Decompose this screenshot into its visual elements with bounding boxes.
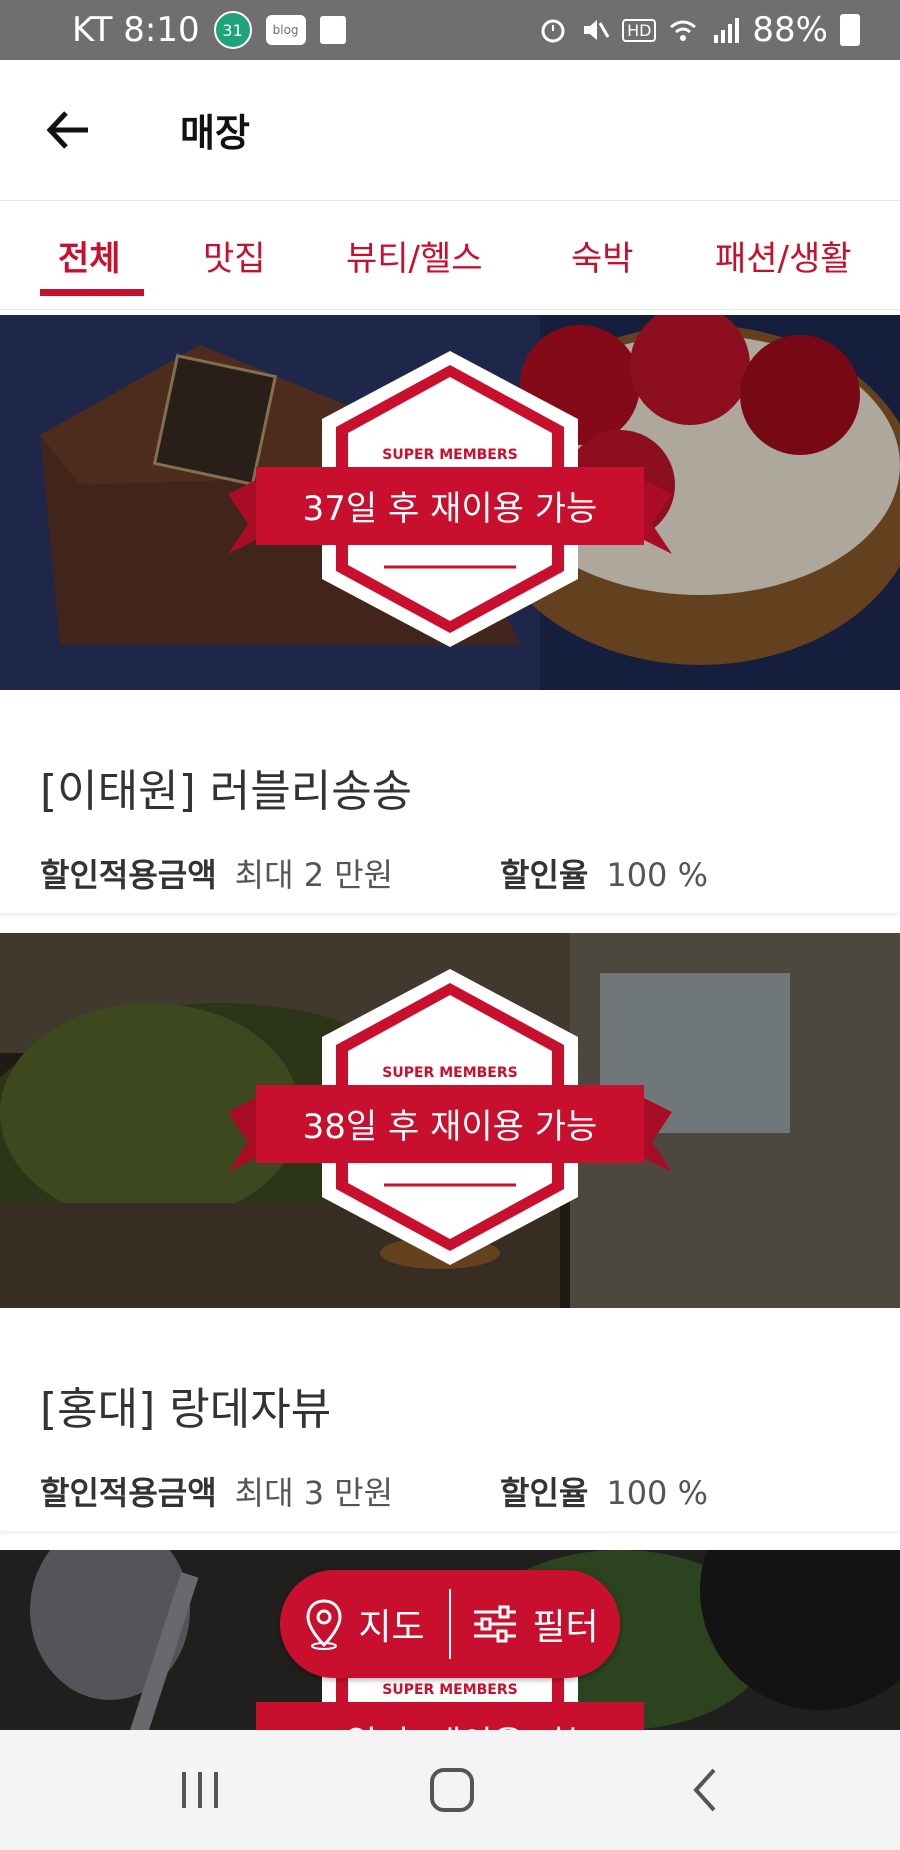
mute-icon — [584, 20, 610, 40]
system-nav-bar — [0, 1730, 900, 1850]
map-filter-fab: 지도 필터 — [280, 1570, 620, 1678]
reuse-availability-label: 37일 후 재이용 가능 — [302, 489, 598, 529]
status-carrier-time: KT 8:10 — [72, 10, 200, 50]
discount-rate-value: 100 % — [606, 856, 708, 894]
badge-brand-label: SUPER MEMBERS — [382, 447, 518, 463]
signal-icon — [714, 18, 740, 43]
discount-rate: 할인율 100 % — [500, 850, 708, 896]
reuse-availability-label: 38일 후 재이용 가능 — [302, 1107, 598, 1147]
store-card[interactable]: SUPER MEMBERS 37일 후 재이용 가능 [이태원] 러블리송송 할… — [0, 315, 900, 913]
tab-fashion-life[interactable]: 패션/생활 — [715, 231, 852, 280]
tab-lodging[interactable]: 숙박 — [571, 231, 634, 280]
discount-amount-value: 최대 3 만원 — [234, 1474, 394, 1512]
super-members-badge: SUPER MEMBERS 37일 후 재이용 가능 — [228, 349, 672, 649]
page-title: 매장 — [180, 111, 250, 155]
home-icon[interactable] — [422, 1760, 482, 1820]
back-arrow-icon[interactable] — [44, 105, 94, 155]
wifi-icon — [670, 20, 697, 41]
discount-amount-label: 할인적용금액 — [40, 856, 217, 894]
super-members-badge: SUPER MEMBERS 38일 후 재이용 가능 — [228, 967, 672, 1267]
tab-beauty-health[interactable]: 뷰티/헬스 — [346, 231, 483, 280]
back-nav-icon[interactable] — [676, 1760, 736, 1820]
discount-rate-label: 할인율 — [500, 856, 589, 894]
discount-amount: 할인적용금액 최대 3 만원 — [40, 1468, 393, 1514]
filter-label: 필터 — [532, 1607, 599, 1648]
badge-brand-label: SUPER MEMBERS — [382, 1065, 518, 1081]
battery-percent: 88% — [752, 10, 828, 50]
discount-rate-label: 할인율 — [500, 1474, 589, 1512]
map-pin-icon — [306, 1599, 342, 1650]
hd-voice-icon: HD — [622, 18, 657, 42]
map-label: 지도 — [358, 1607, 425, 1648]
discount-amount-label: 할인적용금액 — [40, 1474, 217, 1512]
app-header: 매장 — [0, 60, 900, 201]
discount-amount: 할인적용금액 최대 2 만원 — [40, 850, 393, 896]
store-name: [홍대] 랑데자뷰 — [40, 1384, 332, 1435]
tab-all[interactable]: 전체 — [58, 231, 121, 280]
store-name: [이태원] 러블리송송 — [40, 766, 413, 817]
alarm-icon — [541, 19, 565, 43]
badge-brand-label: SUPER MEMBERS — [382, 1682, 518, 1698]
filter-button[interactable]: 필터 — [451, 1570, 620, 1678]
map-button[interactable]: 지도 — [280, 1570, 449, 1678]
discount-amount-value: 최대 2 만원 — [234, 856, 394, 894]
battery-icon — [840, 14, 860, 46]
discount-rate-value: 100 % — [606, 1474, 708, 1512]
blog-notification-icon: blog — [265, 15, 306, 45]
calendar-notification-icon: 31 — [213, 11, 252, 49]
tab-restaurants[interactable]: 맛집 — [203, 231, 266, 280]
filter-sliders-icon — [474, 1605, 517, 1643]
status-bar: KT 8:10 31 blog HD 88% — [0, 0, 900, 60]
shopping-bag-icon — [319, 16, 346, 44]
recent-apps-icon[interactable] — [170, 1760, 230, 1820]
store-card[interactable]: SUPER MEMBERS 38일 후 재이용 가능 [홍대] 랑데자뷰 할인적… — [0, 933, 900, 1531]
active-tab-indicator — [40, 289, 144, 296]
reuse-availability-label: 37일 후 재이용 가능 — [228, 1716, 672, 1730]
discount-rate: 할인율 100 % — [500, 1468, 708, 1514]
